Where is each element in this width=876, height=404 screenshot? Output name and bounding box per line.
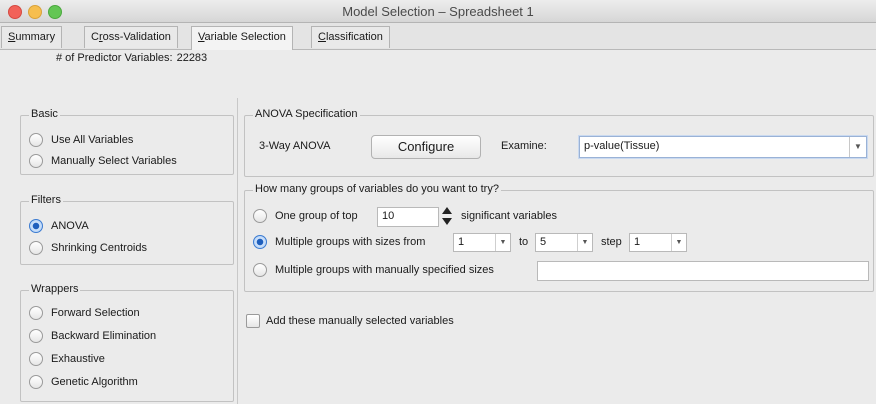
radio-anova[interactable]: ANOVA [29, 218, 89, 234]
add-manual-variables-label: Add these manually selected variables [266, 315, 454, 327]
filters-group: Filters ANOVA Shrinking Centroids [20, 194, 234, 265]
radio-forward-selection[interactable]: Forward Selection [29, 305, 140, 321]
manual-sizes-label: Multiple groups with manually specified … [275, 264, 494, 276]
examine-select[interactable]: p-value(Tissue) ▼ [579, 136, 867, 158]
tab-bar: Summary Cross-Validation Variable Select… [0, 23, 876, 50]
radio-button[interactable] [29, 329, 43, 343]
radio-use-all-variables[interactable]: Use All Variables [29, 132, 133, 148]
radio-exhaustive[interactable]: Exhaustive [29, 351, 105, 367]
radio-button[interactable] [29, 375, 43, 389]
tab-cross-validation[interactable]: Cross-Validation [84, 26, 178, 48]
tab-summary[interactable]: Summary [1, 26, 63, 48]
multiple-groups-label: Multiple groups with sizes from [275, 236, 426, 248]
radio-genetic-algorithm[interactable]: Genetic Algorithm [29, 374, 138, 390]
tab-variable-selection[interactable]: Variable Selection [191, 26, 293, 50]
predictor-count: # of Predictor Variables: 22283 [56, 52, 207, 64]
radio-button[interactable] [29, 133, 43, 147]
radio-button[interactable] [29, 352, 43, 366]
manual-sizes-input[interactable] [537, 261, 869, 281]
step-label: step [601, 236, 622, 248]
model-selection-window: Model Selection – Spreadsheet 1 Summary … [0, 0, 876, 404]
add-manual-variables-checkbox[interactable] [246, 314, 260, 328]
to-size-select[interactable]: 5 ▼ [535, 233, 593, 252]
step-size-select[interactable]: 1 ▼ [629, 233, 687, 252]
top-count-input[interactable]: 10 [377, 207, 439, 227]
radio-manual-sizes[interactable] [253, 263, 267, 277]
anova-specification-legend: ANOVA Specification [253, 108, 360, 120]
one-group-label: One group of top [275, 210, 358, 222]
basic-legend: Basic [29, 108, 60, 120]
examine-label: Examine: [501, 140, 547, 152]
title-bar: Model Selection – Spreadsheet 1 [0, 0, 876, 23]
wrappers-legend: Wrappers [29, 283, 81, 295]
radio-button[interactable] [29, 241, 43, 255]
radio-button[interactable] [29, 154, 43, 168]
column-divider [237, 98, 238, 404]
chevron-down-icon: ▼ [849, 137, 866, 157]
window-title: Model Selection – Spreadsheet 1 [342, 4, 534, 19]
examine-select-value: p-value(Tissue) [584, 140, 660, 152]
from-size-select[interactable]: 1 ▼ [453, 233, 511, 252]
radio-shrinking-centroids[interactable]: Shrinking Centroids [29, 240, 147, 256]
radio-button[interactable] [29, 306, 43, 320]
anova-specification-group: ANOVA Specification 3-Way ANOVA Configur… [244, 108, 874, 177]
groups-legend: How many groups of variables do you want… [253, 183, 501, 195]
anova-type-label: 3-Way ANOVA [259, 140, 331, 152]
radio-manually-select-variables[interactable]: Manually Select Variables [29, 153, 177, 169]
filters-legend: Filters [29, 194, 63, 206]
radio-backward-elimination[interactable]: Backward Elimination [29, 328, 156, 344]
configure-button[interactable]: Configure [371, 135, 481, 159]
tab-classification[interactable]: Classification [311, 26, 390, 48]
to-label: to [519, 236, 529, 248]
basic-group: Basic Use All Variables Manually Select … [20, 108, 234, 175]
wrappers-group: Wrappers Forward Selection Backward Elim… [20, 283, 234, 402]
chevron-down-icon: ▼ [495, 234, 510, 251]
stepper-icon[interactable] [441, 206, 453, 226]
predictor-count-label: # of Predictor Variables: [56, 52, 173, 64]
chevron-down-icon: ▼ [577, 234, 592, 251]
significant-variables-label: significant variables [461, 210, 557, 222]
predictor-count-value: 22283 [176, 52, 208, 64]
radio-multiple-groups[interactable] [253, 235, 267, 249]
radio-one-group[interactable] [253, 209, 267, 223]
radio-button-selected[interactable] [29, 219, 43, 233]
groups-group: How many groups of variables do you want… [244, 183, 874, 292]
chevron-down-icon: ▼ [671, 234, 686, 251]
